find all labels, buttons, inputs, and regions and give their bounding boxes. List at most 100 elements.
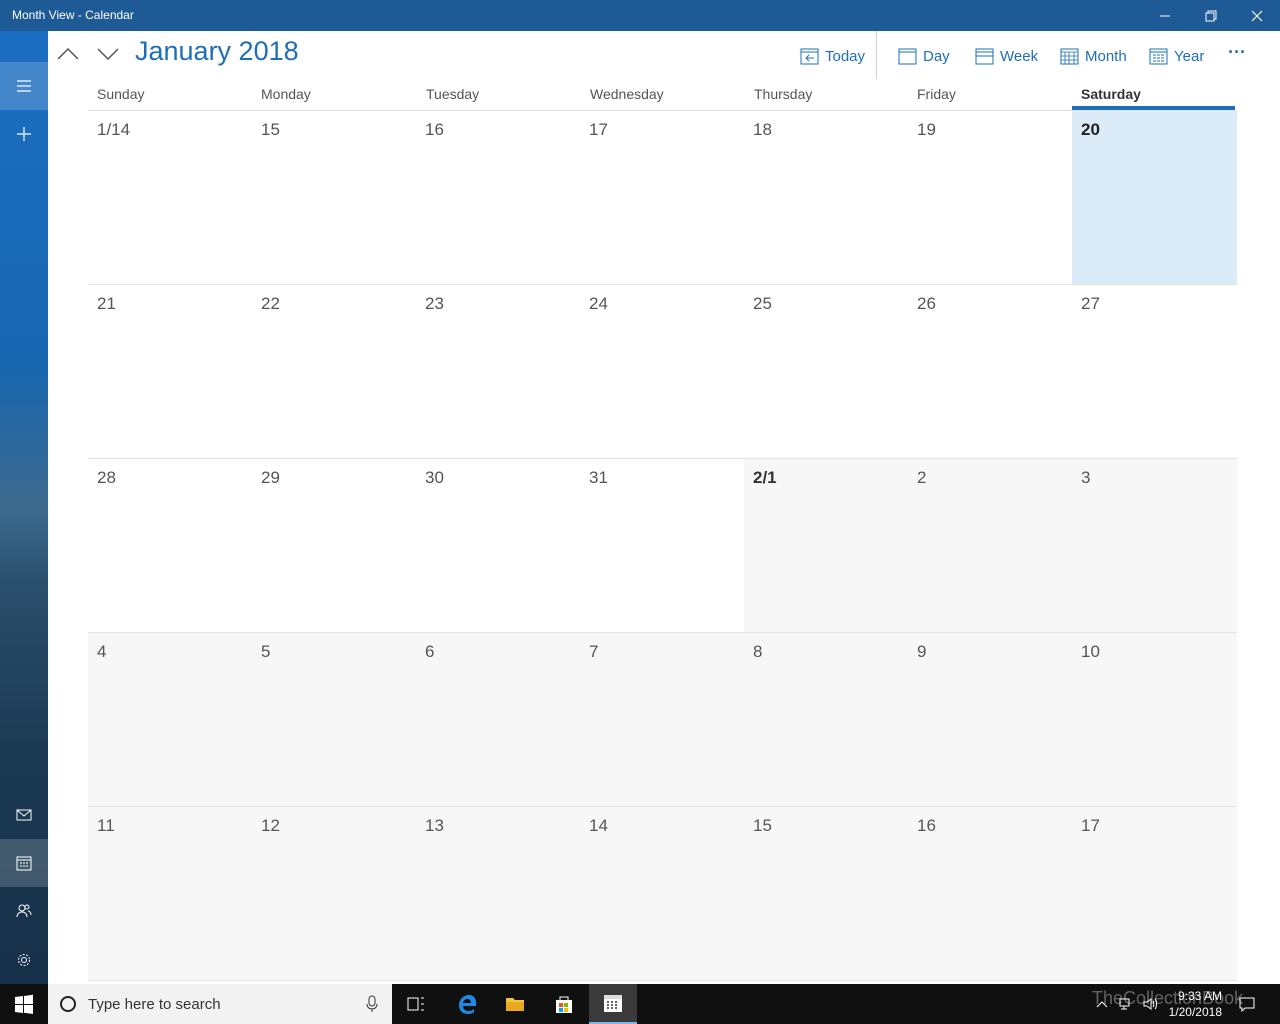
week-view-label: Week bbox=[1000, 47, 1039, 65]
month-view-icon bbox=[1060, 48, 1079, 64]
mail-button[interactable] bbox=[0, 791, 48, 839]
people-button[interactable] bbox=[0, 887, 48, 935]
day-number: 2 bbox=[917, 468, 927, 487]
start-button[interactable] bbox=[0, 984, 48, 1024]
day-number: 14 bbox=[589, 816, 608, 835]
gear-icon bbox=[18, 954, 30, 966]
day-cell[interactable]: 28 bbox=[88, 459, 252, 633]
day-number: 5 bbox=[261, 642, 271, 661]
new-event-button[interactable] bbox=[0, 110, 48, 158]
day-number: 28 bbox=[97, 468, 116, 487]
day-number: 16 bbox=[425, 120, 444, 139]
day-view-button[interactable]: Day bbox=[898, 44, 950, 68]
day-number: 10 bbox=[1081, 642, 1100, 661]
day-cell[interactable]: 21 bbox=[88, 285, 252, 459]
microphone-icon[interactable] bbox=[366, 995, 378, 1013]
year-view-button[interactable]: Year bbox=[1149, 44, 1204, 68]
day-cell[interactable]: 17 bbox=[580, 111, 744, 285]
day-cell[interactable]: 18 bbox=[744, 111, 908, 285]
cortana-icon bbox=[60, 996, 76, 1012]
day-cell[interactable]: 19 bbox=[908, 111, 1072, 285]
day-number: 16 bbox=[917, 816, 936, 835]
day-cell[interactable]: 15 bbox=[252, 111, 416, 285]
day-number: 11 bbox=[97, 816, 115, 835]
watermark-text: TheCollectionBook bbox=[1092, 988, 1244, 1008]
day-cell[interactable]: 15 bbox=[744, 807, 908, 981]
day-cell[interactable]: 25 bbox=[744, 285, 908, 459]
day-number: 23 bbox=[425, 294, 444, 313]
day-number: 17 bbox=[589, 120, 608, 139]
store-button[interactable] bbox=[540, 984, 588, 1024]
day-cell[interactable]: 3 bbox=[1072, 459, 1237, 633]
day-cell[interactable]: 13 bbox=[416, 807, 580, 981]
minimize-button[interactable] bbox=[1142, 0, 1188, 31]
calendar-app-button[interactable] bbox=[589, 984, 637, 1024]
day-number: 13 bbox=[425, 816, 444, 835]
day-number: 1/14 bbox=[97, 120, 131, 139]
chevron-up-icon bbox=[57, 47, 79, 60]
taskbar-search-box[interactable]: Type here to search bbox=[48, 984, 392, 1024]
close-button[interactable] bbox=[1234, 0, 1280, 31]
day-view-icon bbox=[898, 48, 917, 64]
weekday-header-friday: Friday bbox=[917, 86, 956, 102]
day-cell[interactable]: 27 bbox=[1072, 285, 1237, 459]
day-number: 3 bbox=[1081, 468, 1091, 487]
day-cell[interactable]: 31 bbox=[580, 459, 744, 633]
edge-browser-button[interactable] bbox=[443, 984, 491, 1024]
next-month-button[interactable] bbox=[96, 42, 120, 66]
hamburger-icon bbox=[17, 80, 31, 92]
restore-button[interactable] bbox=[1188, 0, 1234, 31]
file-explorer-button[interactable] bbox=[491, 984, 539, 1024]
more-options-button[interactable]: ··· bbox=[1228, 40, 1246, 64]
day-number: 7 bbox=[589, 642, 599, 661]
day-number: 9 bbox=[917, 642, 927, 661]
more-icon: ··· bbox=[1228, 41, 1246, 62]
day-cell[interactable]: 6 bbox=[416, 633, 580, 807]
day-cell[interactable]: 16 bbox=[908, 807, 1072, 981]
calendar-button[interactable] bbox=[0, 839, 48, 887]
left-nav-rail bbox=[0, 31, 48, 984]
title-bar: Month View - Calendar bbox=[0, 0, 1280, 31]
day-cell[interactable]: 2/1 bbox=[744, 459, 908, 633]
day-cell[interactable]: 22 bbox=[252, 285, 416, 459]
day-cell[interactable]: 30 bbox=[416, 459, 580, 633]
day-cell[interactable]: 12 bbox=[252, 807, 416, 981]
day-number: 20 bbox=[1081, 120, 1100, 139]
day-view-label: Day bbox=[923, 47, 950, 65]
day-cell[interactable]: 29 bbox=[252, 459, 416, 633]
settings-button[interactable] bbox=[0, 936, 48, 984]
day-cell[interactable]: 23 bbox=[416, 285, 580, 459]
hamburger-menu-button[interactable] bbox=[0, 62, 48, 110]
previous-month-button[interactable] bbox=[56, 42, 80, 66]
day-cell[interactable]: 4 bbox=[88, 633, 252, 807]
day-number: 24 bbox=[589, 294, 608, 313]
task-view-icon bbox=[407, 997, 424, 1011]
month-view-button[interactable]: Month bbox=[1060, 44, 1127, 68]
toolbar-divider bbox=[876, 31, 877, 79]
month-view-label: Month bbox=[1085, 47, 1127, 65]
day-cell[interactable]: 5 bbox=[252, 633, 416, 807]
today-button[interactable]: Today bbox=[800, 44, 865, 68]
day-number: 25 bbox=[753, 294, 772, 313]
day-cell[interactable]: 7 bbox=[580, 633, 744, 807]
month-title[interactable]: January 2018 bbox=[135, 36, 299, 67]
day-cell[interactable]: 14 bbox=[580, 807, 744, 981]
day-cell-today[interactable]: 20 bbox=[1072, 111, 1237, 285]
plus-icon bbox=[17, 127, 31, 141]
day-cell[interactable]: 24 bbox=[580, 285, 744, 459]
day-cell[interactable]: 2 bbox=[908, 459, 1072, 633]
day-cell[interactable]: 10 bbox=[1072, 633, 1237, 807]
week-view-button[interactable]: Week bbox=[975, 44, 1038, 68]
day-cell[interactable]: 17 bbox=[1072, 807, 1237, 981]
day-cell[interactable]: 11 bbox=[88, 807, 252, 981]
day-cell[interactable]: 26 bbox=[908, 285, 1072, 459]
windows-logo-icon bbox=[15, 994, 33, 1014]
mail-icon bbox=[16, 809, 32, 821]
day-cell[interactable]: 1/14 bbox=[88, 111, 252, 285]
task-view-button[interactable] bbox=[392, 984, 440, 1024]
chevron-down-icon bbox=[97, 48, 119, 61]
year-view-icon bbox=[1149, 48, 1168, 64]
day-cell[interactable]: 9 bbox=[908, 633, 1072, 807]
day-cell[interactable]: 16 bbox=[416, 111, 580, 285]
day-cell[interactable]: 8 bbox=[744, 633, 908, 807]
